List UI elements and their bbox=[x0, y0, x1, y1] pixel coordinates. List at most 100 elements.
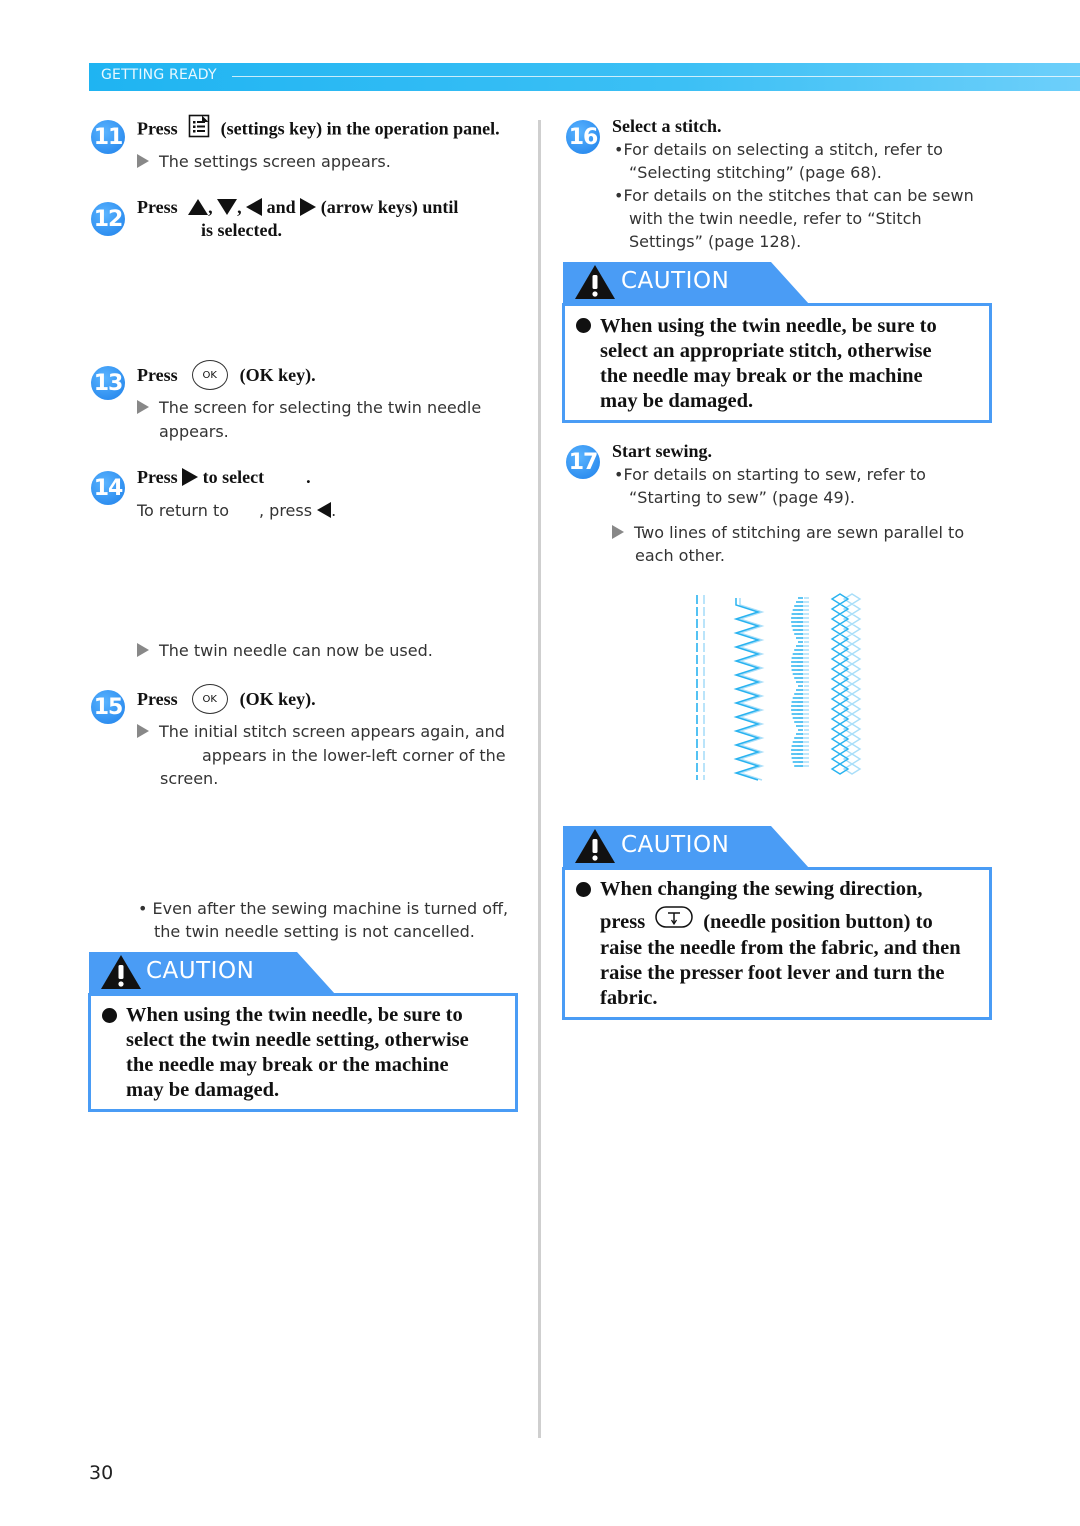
caution-line: may be damaged. bbox=[600, 390, 754, 412]
note-line2: the twin needle setting is not cancelled… bbox=[154, 922, 475, 941]
step-14-heading: Press to select. bbox=[137, 467, 311, 488]
caution-text: raise the needle from the fabric, and th… bbox=[600, 936, 961, 1011]
press-suffix: (needle position button) to bbox=[703, 911, 933, 934]
step-11-press: Press bbox=[137, 118, 178, 139]
caution-line: When using the twin needle, be sure to bbox=[126, 1004, 463, 1026]
caution-bullet-dot bbox=[576, 318, 591, 333]
result-arrow-icon bbox=[612, 525, 624, 539]
caution-line: When using the twin needle, be sure to bbox=[600, 315, 937, 337]
bullet-text: For details on the stitches that can be … bbox=[623, 186, 974, 205]
step-12-heading: Press , , and (arrow keys) until bbox=[137, 197, 458, 218]
ok-key-icon: OK bbox=[191, 360, 228, 390]
bullet-text: For details on selecting a stitch, refer… bbox=[623, 140, 943, 159]
step-number-12: 12 bbox=[91, 202, 125, 236]
page-number: 30 bbox=[89, 1462, 114, 1484]
period: . bbox=[331, 501, 337, 520]
step-number-11: 11 bbox=[91, 120, 125, 154]
step-11-instruction: (settings key) in the operation panel. bbox=[220, 118, 500, 139]
caution-bullet-dot bbox=[576, 882, 591, 897]
warning-triangle-icon bbox=[575, 829, 615, 863]
note-line1: Even after the sewing machine is turned … bbox=[152, 899, 509, 918]
warning-triangle-icon bbox=[101, 955, 141, 989]
stitch-line bbox=[737, 598, 765, 781]
step-17-result: Two lines of stitching are sewn parallel… bbox=[612, 521, 964, 545]
bullet-dot: • bbox=[138, 899, 148, 918]
step-16-bullet-2-line3: Settings” (page 128). bbox=[629, 232, 802, 251]
step-15-result-line1: The initial stitch screen appears again,… bbox=[159, 722, 505, 741]
caution-text: When using the twin needle, be sure to s… bbox=[126, 1003, 469, 1103]
step-number-17: 17 bbox=[566, 445, 600, 479]
step-15-result-line3: screen. bbox=[160, 769, 219, 788]
caution-press-line: press (needle position button) to bbox=[600, 906, 933, 938]
step-13-press: Press bbox=[137, 365, 178, 386]
step-16-bullet-1-line2: “Selecting stitching” (page 68). bbox=[629, 163, 882, 182]
step-17-bullet-line2: “Starting to sew” (page 49). bbox=[629, 488, 855, 507]
step-15-press: Press bbox=[137, 689, 178, 710]
result-arrow-icon bbox=[137, 724, 149, 738]
step-14-instruction: to select bbox=[202, 467, 265, 487]
step-14-result-text: The twin needle can now be used. bbox=[159, 641, 433, 660]
caution-line: fabric. bbox=[600, 987, 658, 1009]
zigzag-stitch-sample bbox=[733, 598, 765, 781]
step-14-press: Press bbox=[137, 467, 178, 487]
separator: , bbox=[208, 197, 213, 217]
caution-title: CAUTION bbox=[621, 832, 730, 858]
caution-bullet-dot bbox=[102, 1008, 117, 1023]
header-rule bbox=[232, 76, 1080, 77]
step-17-result-line1: Two lines of stitching are sewn parallel… bbox=[634, 523, 965, 542]
and-word: and bbox=[266, 197, 296, 217]
diamond-stitch-sample bbox=[830, 593, 862, 775]
note-bullet: • Even after the sewing machine is turne… bbox=[138, 897, 508, 921]
warning-triangle-icon bbox=[575, 265, 615, 299]
step-number-13: 13 bbox=[91, 366, 125, 400]
down-arrow-key-icon bbox=[217, 198, 238, 215]
up-arrow-key-icon bbox=[188, 198, 209, 215]
step-14-note-text: To return to bbox=[137, 501, 229, 520]
caution-line: select the twin needle setting, otherwis… bbox=[126, 1029, 469, 1051]
step-13-result-text: The screen for selecting the twin needle… bbox=[159, 398, 482, 441]
step-13-heading: Press OK (OK key). bbox=[137, 360, 316, 392]
step-13-instruction: (OK key). bbox=[239, 365, 316, 386]
step-11-result-text: The settings screen appears. bbox=[159, 152, 391, 171]
result-arrow-icon bbox=[137, 643, 149, 657]
step-15-result-line2: appears in the lower-left corner of the bbox=[202, 746, 506, 765]
ok-key-icon: OK bbox=[191, 684, 228, 714]
step-16-heading: Select a stitch. bbox=[612, 116, 722, 136]
step-17-bullet: •For details on starting to sew, refer t… bbox=[614, 463, 926, 487]
step-13-result: The screen for selecting the twin needle… bbox=[137, 396, 517, 443]
bullet-text: For details on starting to sew, refer to bbox=[623, 465, 926, 484]
section-title: GETTING READY bbox=[101, 67, 217, 83]
step-12-line2: is selected. bbox=[201, 220, 282, 240]
step-14-note-mid: , press bbox=[259, 501, 313, 520]
right-arrow-key-icon bbox=[182, 467, 199, 486]
caution-line: the needle may break or the machine bbox=[600, 365, 923, 387]
caution-line: may be damaged. bbox=[126, 1079, 280, 1101]
step-11-result: The settings screen appears. bbox=[137, 150, 391, 174]
left-arrow-key-icon bbox=[317, 501, 332, 518]
step-16-bullet-2: •For details on the stitches that can be… bbox=[614, 184, 974, 208]
section-header-bar bbox=[89, 63, 1080, 91]
stitch-line bbox=[842, 593, 862, 775]
stitch-line bbox=[830, 593, 850, 775]
step-15-result: The initial stitch screen appears again,… bbox=[137, 720, 505, 744]
step-number-14: 14 bbox=[91, 471, 125, 505]
step-16-bullet-1: •For details on selecting a stitch, refe… bbox=[614, 138, 943, 162]
press-word: press bbox=[600, 911, 646, 934]
caution-line: When changing the sewing direction, bbox=[600, 878, 923, 900]
caution-text: When using the twin needle, be sure to s… bbox=[600, 314, 937, 414]
step-15-instruction: (OK key). bbox=[239, 689, 316, 710]
straight-stitch-sample bbox=[696, 595, 705, 780]
caution-line: select an appropriate stitch, otherwise bbox=[600, 340, 932, 362]
left-arrow-key-icon bbox=[246, 197, 263, 216]
step-12-instruction: (arrow keys) until bbox=[320, 197, 459, 217]
step-number-16: 16 bbox=[566, 120, 600, 154]
scallop-stitch-sample bbox=[791, 597, 809, 767]
stitch-line bbox=[791, 597, 803, 767]
result-arrow-icon bbox=[137, 154, 149, 168]
period: . bbox=[306, 467, 311, 487]
step-14-result: The twin needle can now be used. bbox=[137, 639, 433, 663]
caution-line: raise the needle from the fabric, and th… bbox=[600, 937, 961, 959]
settings-key-icon bbox=[188, 114, 210, 143]
caution-line: the needle may break or the machine bbox=[126, 1054, 449, 1076]
step-14-note: To return to , press . bbox=[137, 499, 336, 523]
